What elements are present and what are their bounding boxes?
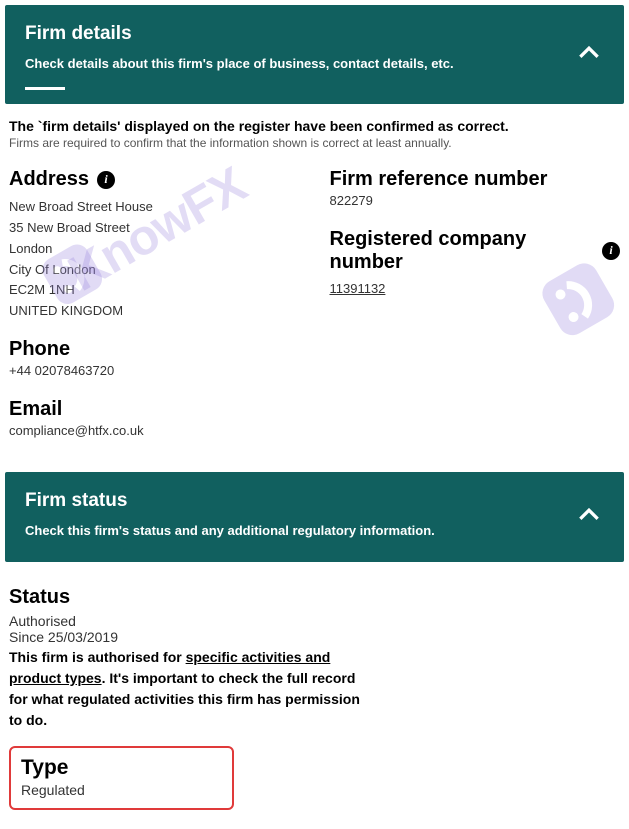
email-value: compliance@htfx.co.uk — [9, 421, 300, 442]
info-icon[interactable]: i — [97, 171, 115, 189]
panel-title: Firm details — [25, 23, 604, 45]
email-heading: Email — [9, 398, 300, 421]
type-highlight-box: Type Regulated — [9, 746, 234, 810]
address-heading: Address — [9, 168, 89, 191]
address-line: London — [9, 239, 300, 260]
type-heading: Type — [21, 756, 222, 780]
firm-details-content: The `firm details' displayed on the regi… — [5, 104, 624, 471]
frn-value: 822279 — [330, 191, 621, 212]
panel-title: Firm status — [25, 490, 604, 512]
firm-details-header[interactable]: Firm details Check details about this fi… — [5, 5, 624, 104]
address-line: EC2M 1NH — [9, 280, 300, 301]
address-line: UNITED KINGDOM — [9, 301, 300, 322]
panel-description: Check details about this firm's place of… — [25, 55, 525, 73]
address-line: City Of London — [9, 260, 300, 281]
rcn-heading: Registered company number — [330, 228, 580, 274]
phone-value: +44 02078463720 — [9, 361, 300, 382]
firm-status-header[interactable]: Firm status Check this firm's status and… — [5, 472, 624, 562]
chevron-up-icon[interactable] — [576, 39, 602, 70]
firm-status-content: Status Authorised Since 25/03/2019 This … — [5, 572, 624, 824]
confirmation-subtext: Firms are required to confirm that the i… — [9, 136, 620, 150]
frn-heading: Firm reference number — [330, 168, 621, 191]
address-body: New Broad Street House 35 New Broad Stre… — [9, 197, 300, 322]
info-icon[interactable]: i — [602, 242, 620, 260]
address-line: New Broad Street House — [9, 197, 300, 218]
status-since: Since 25/03/2019 — [9, 629, 620, 645]
panel-description: Check this firm's status and any additio… — [25, 522, 525, 540]
status-description: This firm is authorised for specific act… — [9, 647, 369, 731]
underline-decoration — [25, 87, 65, 90]
address-line: 35 New Broad Street — [9, 218, 300, 239]
status-value: Authorised — [9, 613, 620, 629]
chevron-up-icon[interactable] — [576, 501, 602, 532]
type-value: Regulated — [21, 782, 222, 798]
confirmation-text: The `firm details' displayed on the regi… — [9, 118, 620, 134]
status-heading: Status — [9, 586, 620, 609]
status-desc-pre: This firm is authorised for — [9, 649, 186, 665]
phone-heading: Phone — [9, 338, 300, 361]
rcn-link[interactable]: 11391132 — [330, 281, 386, 296]
